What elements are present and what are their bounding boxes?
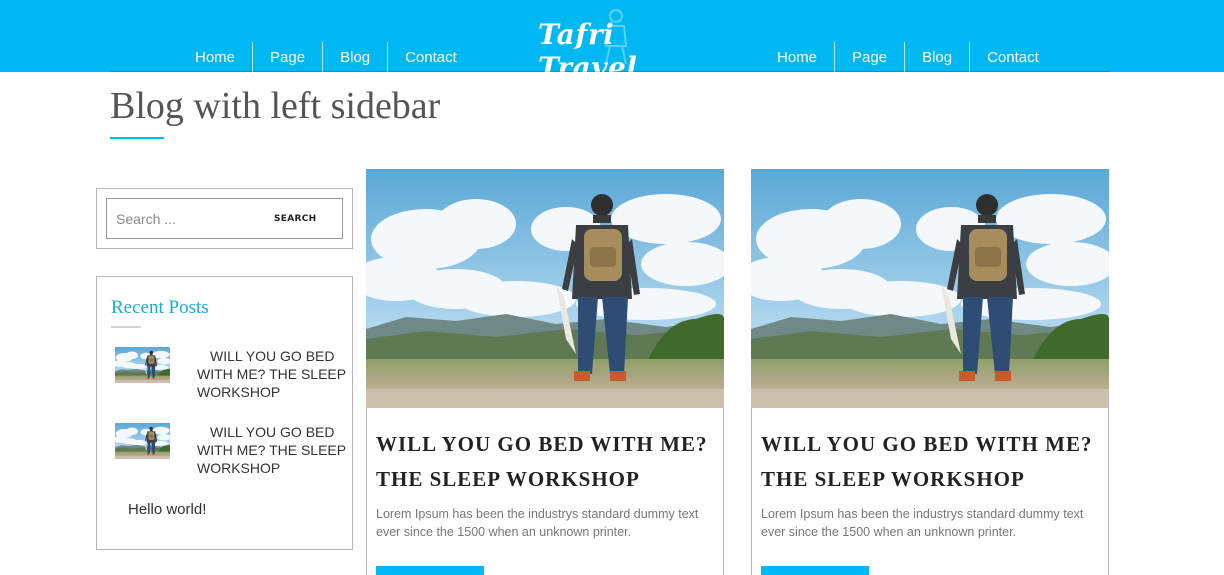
page-title: Blog with left sidebar: [110, 85, 441, 127]
main-nav-right: Home Page Blog Contact: [760, 42, 1056, 72]
post-title[interactable]: WILL YOU GO BED WITH ME? THE SLEEP WORKS…: [376, 427, 711, 497]
nav-blog-secondary[interactable]: Blog: [904, 42, 969, 72]
search-widget: SEARCH: [96, 188, 353, 249]
recent-post-thumbnail[interactable]: [115, 347, 170, 383]
nav-home-secondary[interactable]: Home: [760, 42, 834, 72]
post-image[interactable]: [751, 169, 1109, 408]
site-logo[interactable]: Tafri Travel: [538, 9, 688, 84]
nav-blog[interactable]: Blog: [322, 42, 387, 72]
post-card: WILL YOU GO BED WITH ME? THE SLEEP WORKS…: [366, 169, 724, 575]
nav-page[interactable]: Page: [252, 42, 322, 72]
brand-name: Tafri Travel: [538, 18, 638, 84]
nav-home[interactable]: Home: [178, 42, 252, 72]
recent-posts-title: Recent Posts: [111, 297, 209, 318]
nav-contact[interactable]: Contact: [387, 42, 474, 72]
main-nav-left: Home Page Blog Contact: [178, 42, 474, 72]
read-more-button[interactable]: [761, 566, 869, 575]
recent-posts-underline: [111, 326, 141, 328]
search-input[interactable]: [107, 210, 257, 227]
read-more-button[interactable]: [376, 566, 484, 575]
title-underline: [110, 137, 164, 139]
post-image[interactable]: [366, 169, 724, 408]
recent-post-link[interactable]: WILL YOU GO BED WITH ME? THE SLEEP WORKS…: [197, 423, 347, 477]
post-card: WILL YOU GO BED WITH ME? THE SLEEP WORKS…: [751, 169, 1109, 575]
search-form: SEARCH: [106, 198, 343, 239]
post-title[interactable]: WILL YOU GO BED WITH ME? THE SLEEP WORKS…: [761, 427, 1096, 497]
recent-post-thumbnail[interactable]: [115, 423, 170, 459]
search-button[interactable]: SEARCH: [274, 214, 316, 224]
post-excerpt: Lorem Ipsum has been the industrys stand…: [761, 507, 1084, 539]
header-divider: [110, 71, 1110, 72]
nav-contact-secondary[interactable]: Contact: [969, 42, 1056, 72]
recent-post-link[interactable]: WILL YOU GO BED WITH ME? THE SLEEP WORKS…: [197, 347, 347, 401]
site-header: Home Page Blog Contact Tafri Travel Home…: [0, 0, 1224, 84]
nav-page-secondary[interactable]: Page: [834, 42, 904, 72]
post-excerpt: Lorem Ipsum has been the industrys stand…: [376, 507, 699, 539]
recent-posts-widget: Recent Posts WILL YOU GO BED WITH ME? TH…: [96, 276, 353, 550]
recent-post-hello-world[interactable]: Hello world!: [128, 501, 206, 518]
